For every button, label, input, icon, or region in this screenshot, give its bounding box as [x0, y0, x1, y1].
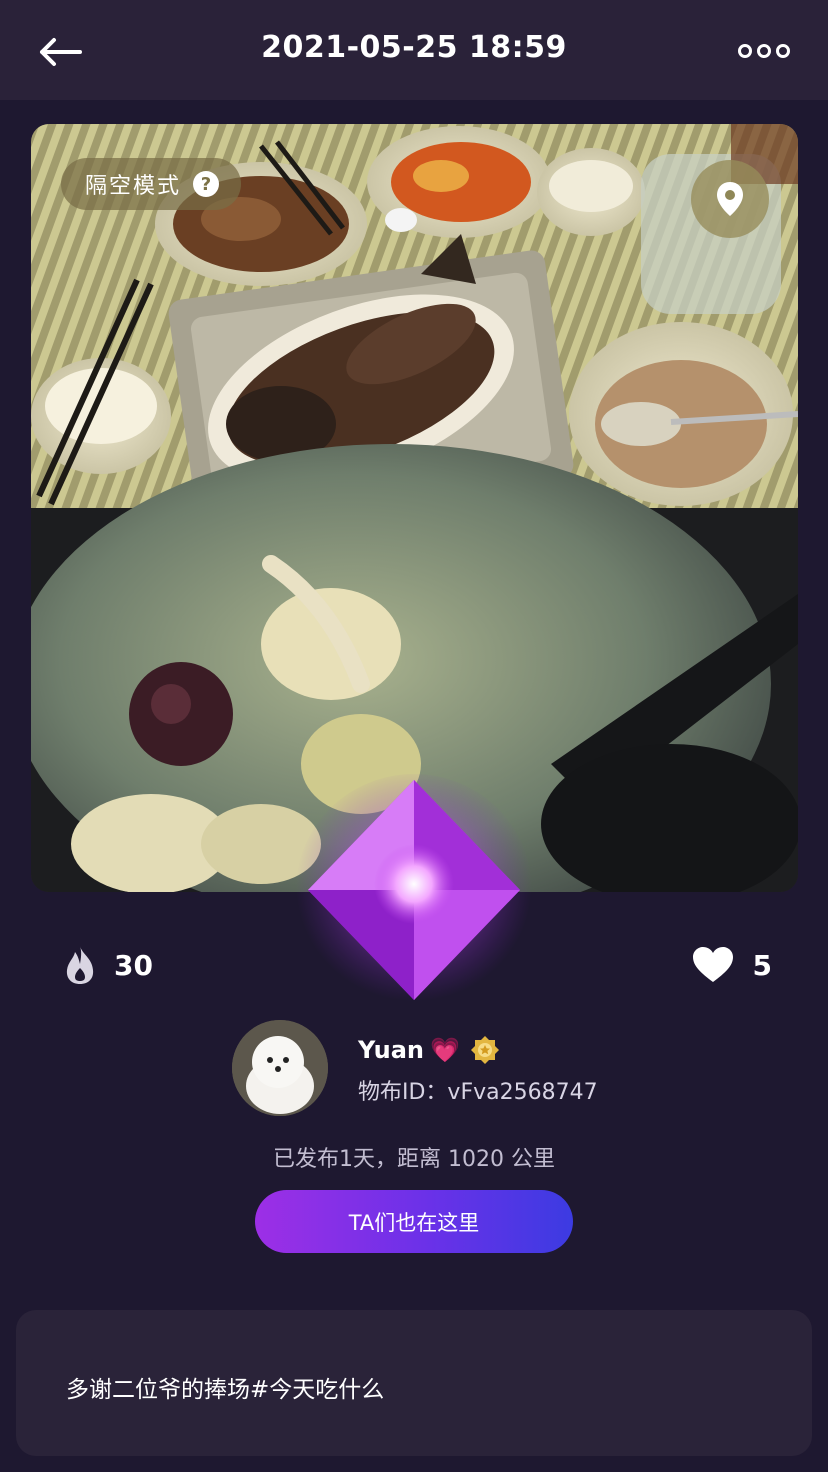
- user-name[interactable]: Yuan: [358, 1036, 424, 1064]
- flame-icon: [66, 946, 94, 984]
- heat-count: 30: [114, 948, 153, 982]
- more-options-dot: [776, 44, 790, 58]
- user-id: 物布ID：vFva2568747: [358, 1080, 598, 1105]
- post-detail-page: 2021-05-25 18:59 隔空模式 ? 30 5 Yuan 💗 物布ID…: [0, 0, 828, 1472]
- avatar-image: [232, 1020, 328, 1116]
- user-name-row: Yuan 💗: [358, 1030, 500, 1070]
- like-stat[interactable]: 5: [691, 940, 772, 990]
- post-description: 多谢二位爷的捧场#今天吃什么: [66, 1377, 385, 1403]
- description-card: 多谢二位爷的捧场#今天吃什么: [16, 1310, 812, 1456]
- more-options-button[interactable]: [738, 38, 790, 64]
- location-pin-icon: [717, 182, 743, 216]
- avatar[interactable]: [232, 1020, 328, 1116]
- more-options-dot: [757, 44, 771, 58]
- heat-stat[interactable]: 30: [62, 940, 153, 990]
- mode-chip[interactable]: 隔空模式 ?: [61, 158, 242, 210]
- page-title: 2021-05-25 18:59: [261, 30, 567, 65]
- mode-label: 隔空模式: [85, 174, 182, 199]
- like-count: 5: [752, 948, 772, 982]
- top-bar: 2021-05-25 18:59: [0, 0, 828, 100]
- nearby-users-button[interactable]: TA们也在这里: [255, 1190, 573, 1253]
- gold-badge-icon: [470, 1036, 499, 1064]
- location-button[interactable]: [691, 160, 769, 238]
- more-options-icon: [738, 44, 752, 58]
- heart-icon: [692, 947, 733, 982]
- purple-gem-icon[interactable]: [296, 772, 532, 1012]
- pink-heart-icon: 💗: [430, 1036, 460, 1064]
- help-icon[interactable]: ?: [193, 171, 220, 197]
- post-meta: 已发布1天，距离 1020 公里: [273, 1147, 555, 1172]
